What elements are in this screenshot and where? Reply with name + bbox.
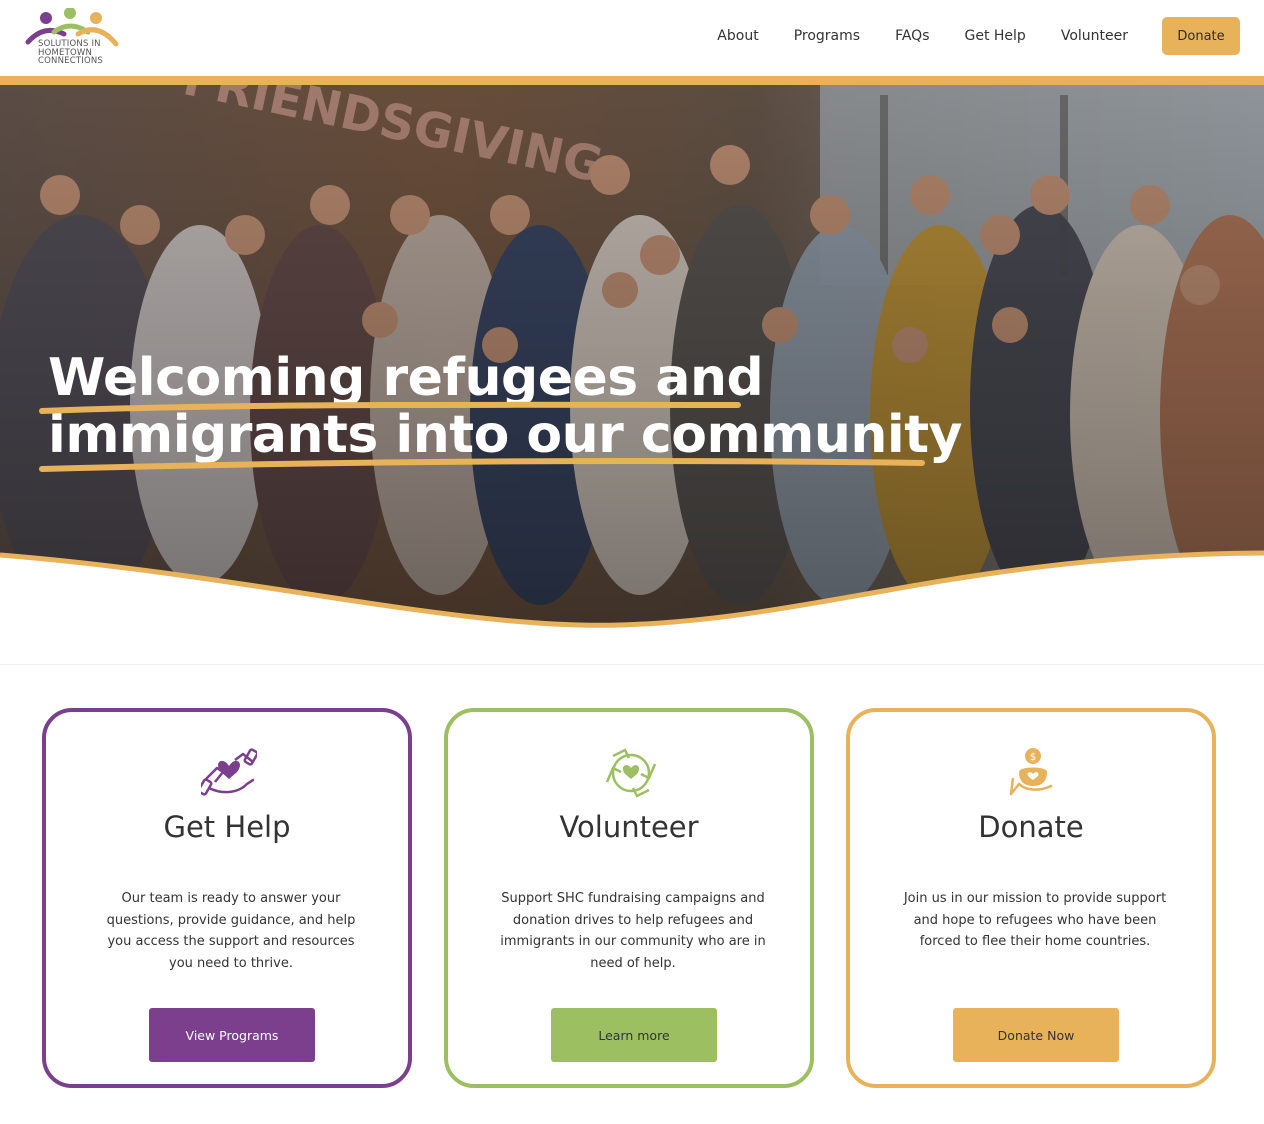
section-divider [0,664,1264,665]
nav-programs[interactable]: Programs [794,28,860,44]
card-volunteer: Volunteer Support SHC fundraising campai… [444,708,814,1088]
nav-about[interactable]: About [717,28,758,44]
hero-section: FRIENDSGIVING [0,85,1264,630]
view-programs-button[interactable]: View Programs [149,1008,315,1062]
main-nav: About Programs FAQs Get Help Volunteer D… [682,17,1240,55]
hero-title-line-2: immigrants into our community [48,405,962,465]
card-text: Our team is ready to answer your questio… [106,891,356,971]
nav-get-help[interactable]: Get Help [965,28,1026,44]
logo-text: SOLUTIONS IN HOMETOWN CONNECTIONS [38,40,128,66]
card-text: Join us in our mission to provide suppor… [903,891,1167,949]
nav-donate-button[interactable]: Donate [1162,17,1240,55]
card-title: Volunteer [559,810,699,844]
nav-faqs[interactable]: FAQs [895,28,929,44]
site-header: SOLUTIONS IN HOMETOWN CONNECTIONS About … [0,0,1264,76]
learn-more-button[interactable]: Learn more [551,1008,717,1062]
svg-text:$: $ [1030,752,1036,763]
hands-circle-heart-icon [605,748,657,798]
hero-title: Welcoming refugees and immigrants into o… [48,350,1048,464]
card-title: Get Help [163,810,291,844]
header-accent-bar [0,76,1264,85]
hands-holding-heart-icon [201,748,257,796]
donate-now-button[interactable]: Donate Now [953,1008,1119,1062]
card-title: Donate [978,810,1084,844]
logo-line-3: CONNECTIONS [38,56,103,66]
card-get-help: Get Help Our team is ready to answer you… [42,708,412,1088]
hero-title-line-1: Welcoming refugees and [48,348,764,408]
site-logo[interactable]: SOLUTIONS IN HOMETOWN CONNECTIONS [24,7,124,66]
card-donate: $ Donate Join us in our mission to provi… [846,708,1216,1088]
card-text: Support SHC fundraising campaigns and do… [500,891,766,971]
nav-volunteer[interactable]: Volunteer [1061,28,1128,44]
donation-hand-coin-icon: $ [1009,748,1053,796]
